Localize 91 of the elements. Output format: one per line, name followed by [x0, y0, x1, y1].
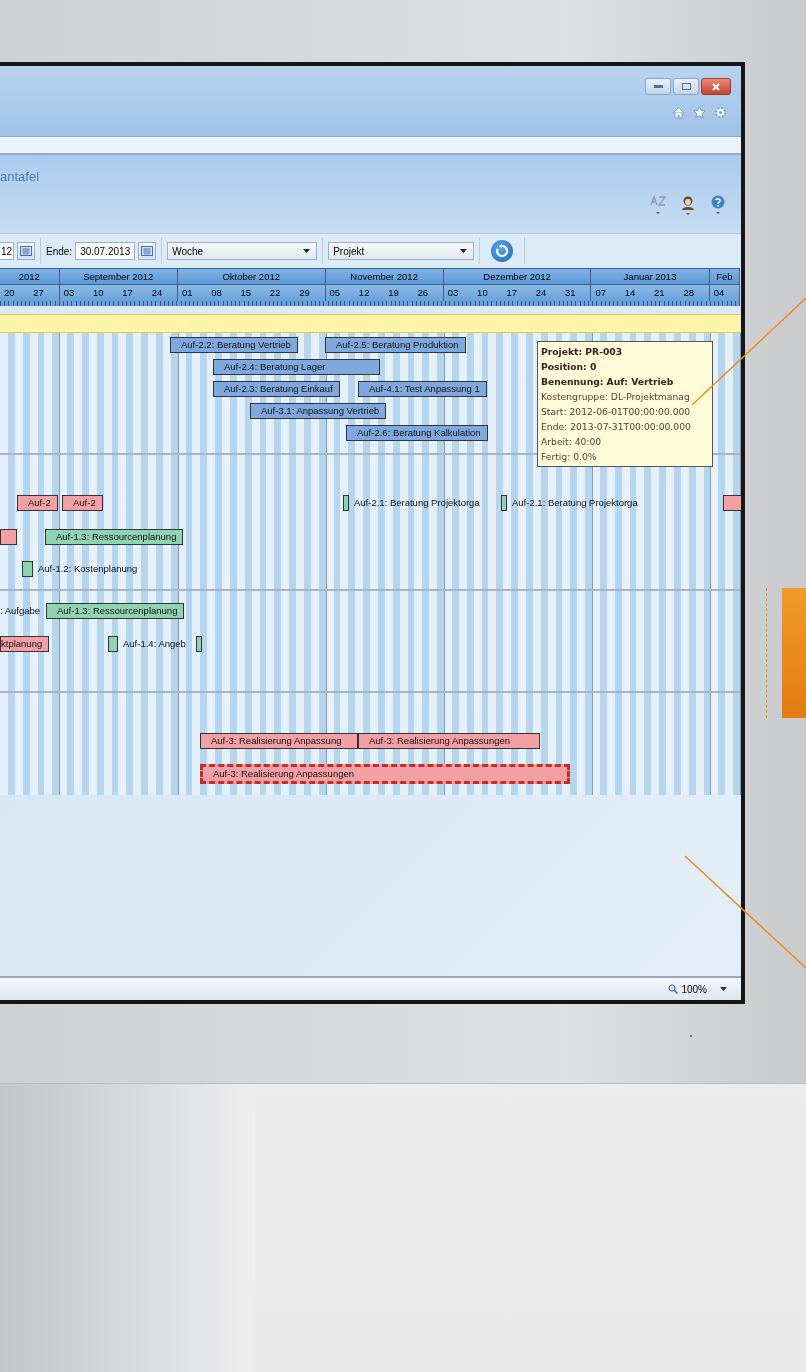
week-header: 14 — [623, 286, 637, 300]
task-label: Auf-2.1: Beratung Projektorga — [512, 497, 638, 509]
tooltip-line: Position: 0 — [541, 360, 598, 374]
close-icon — [711, 81, 721, 92]
dropdown-caret-icon — [303, 249, 311, 253]
task-bar[interactable]: Auf-3: Realisierung Anpassungen — [358, 733, 540, 749]
week-header: 07 — [594, 286, 607, 300]
month-header: 2012 — [0, 268, 59, 285]
settings-icon[interactable] — [714, 106, 727, 119]
task-bar[interactable] — [0, 529, 17, 545]
task-bar[interactable] — [501, 495, 507, 511]
week-header: 08 — [210, 286, 223, 300]
home-icon[interactable] — [672, 106, 685, 119]
task-bar[interactable]: Auf-4.1: Test Anpassung 1 — [358, 381, 487, 397]
task-bar[interactable]: Auf-1.3: Ressourcenplanung — [46, 603, 185, 619]
week-header: 29 — [298, 286, 311, 300]
month-header: September 2012 — [59, 268, 177, 285]
task-bar[interactable]: ktplanung — [0, 636, 50, 652]
week-header: 27 — [32, 286, 45, 300]
week-header: 15 — [239, 286, 253, 300]
month-header: Januar 2013 — [591, 268, 709, 285]
task-bar[interactable]: Auf-2.3: Beratung Einkauf — [213, 381, 340, 397]
page-title: antafel — [0, 169, 40, 184]
help-icon[interactable] — [709, 195, 727, 217]
month-header: Feb — [709, 268, 739, 285]
week-header: 28 — [682, 286, 695, 300]
user-icon[interactable] — [679, 195, 697, 217]
month-header: Dezember 2012 — [443, 268, 591, 285]
tooltip-line: Kostengruppe: DL-Projektmanag — [541, 390, 691, 404]
week-header: 22 — [268, 286, 282, 300]
week-header: 03 — [446, 286, 460, 300]
week-header: 10 — [476, 286, 489, 300]
task-bar[interactable] — [22, 561, 33, 577]
task-label: Auf-1.2: Kostenplanung — [38, 563, 138, 575]
star-icon[interactable] — [693, 106, 706, 119]
tooltip-line: Ende: 2013-07-31T00:00:00.000 — [541, 420, 692, 434]
start-date-field[interactable]: 12 — [0, 242, 14, 260]
month-header: November 2012 — [325, 268, 443, 285]
refresh-icon — [495, 244, 510, 258]
week-header: 17 — [505, 286, 518, 300]
task-bar[interactable] — [196, 636, 202, 652]
maximize-button[interactable] — [673, 78, 699, 95]
task-bar[interactable]: Auf-3: Realisierung Anpassung — [200, 733, 358, 749]
dropdown-caret-icon[interactable] — [720, 987, 727, 991]
end-label: Ende: — [46, 245, 73, 257]
task-label: : Aufgabe — [0, 605, 41, 617]
refresh-button[interactable] — [491, 240, 514, 262]
week-header: 04 — [712, 286, 726, 300]
task-bar[interactable]: Auf-1.3: Ressourcenplanung — [45, 529, 184, 545]
zoom-level[interactable]: 100% — [681, 983, 707, 995]
dropdown-caret-icon — [460, 249, 468, 253]
month-header: Oktober 2012 — [177, 268, 325, 285]
minimize-button[interactable] — [645, 78, 671, 95]
week-header: 24 — [534, 286, 548, 300]
zoom-icon[interactable] — [668, 984, 679, 994]
week-header: 31 — [564, 286, 577, 300]
tooltip-line: Projekt: PR-003 — [541, 345, 624, 359]
end-date-field[interactable]: 30.07.2013 — [75, 242, 136, 260]
task-bar[interactable]: Auf-2.5: Beratung Produktion — [325, 337, 466, 353]
week-header: 26 — [416, 286, 430, 300]
calendar-icon[interactable] — [138, 242, 157, 260]
task-label: Auf-2.1: Beratung Projektorga — [354, 497, 480, 509]
tooltip-line: Start: 2012-06-01T00:00:00.000 — [541, 405, 692, 419]
task-bar[interactable]: Auf-3.1: Anpassung Vertrieb — [250, 403, 387, 419]
close-button[interactable] — [701, 78, 731, 95]
week-header: 05 — [328, 286, 342, 300]
week-header: 20 — [3, 286, 16, 300]
week-header: 21 — [653, 286, 666, 300]
week-header: 17 — [121, 286, 134, 300]
task-bar[interactable] — [108, 636, 118, 652]
task-bar[interactable]: Auf-2.6: Beratung Kalkulation — [346, 425, 488, 441]
task-bar[interactable] — [343, 495, 349, 511]
calendar-icon[interactable] — [17, 242, 35, 260]
task-bar[interactable]: Auf-2.2: Beratung Vertrieb — [170, 337, 298, 353]
week-header: 10 — [91, 286, 105, 300]
task-bar[interactable]: Auf-3: Realisierung Anpassungen — [200, 764, 570, 784]
task-bar[interactable] — [723, 495, 741, 511]
task-label: Auf-1.4: Angeb — [123, 638, 186, 650]
grouping-dropdown[interactable]: Projekt — [328, 242, 475, 260]
tooltip-line: Arbeit: 40:00 — [541, 435, 603, 449]
scale-dropdown[interactable]: Woche — [167, 242, 318, 260]
task-bar[interactable]: Auf-2 — [17, 495, 58, 511]
week-header: 12 — [357, 286, 371, 300]
tooltip-line: Benennung: Auf: Vertrieb — [541, 375, 675, 389]
week-header: 19 — [387, 286, 400, 300]
week-header: 01 — [180, 286, 194, 300]
week-header: 03 — [62, 286, 76, 300]
task-bar[interactable]: Auf-2.4: Beratung Lager — [213, 359, 380, 375]
task-bar[interactable]: Auf-2 — [62, 495, 103, 511]
week-header: 24 — [150, 286, 164, 300]
tooltip-line: Fertig: 0.0% — [541, 450, 598, 464]
